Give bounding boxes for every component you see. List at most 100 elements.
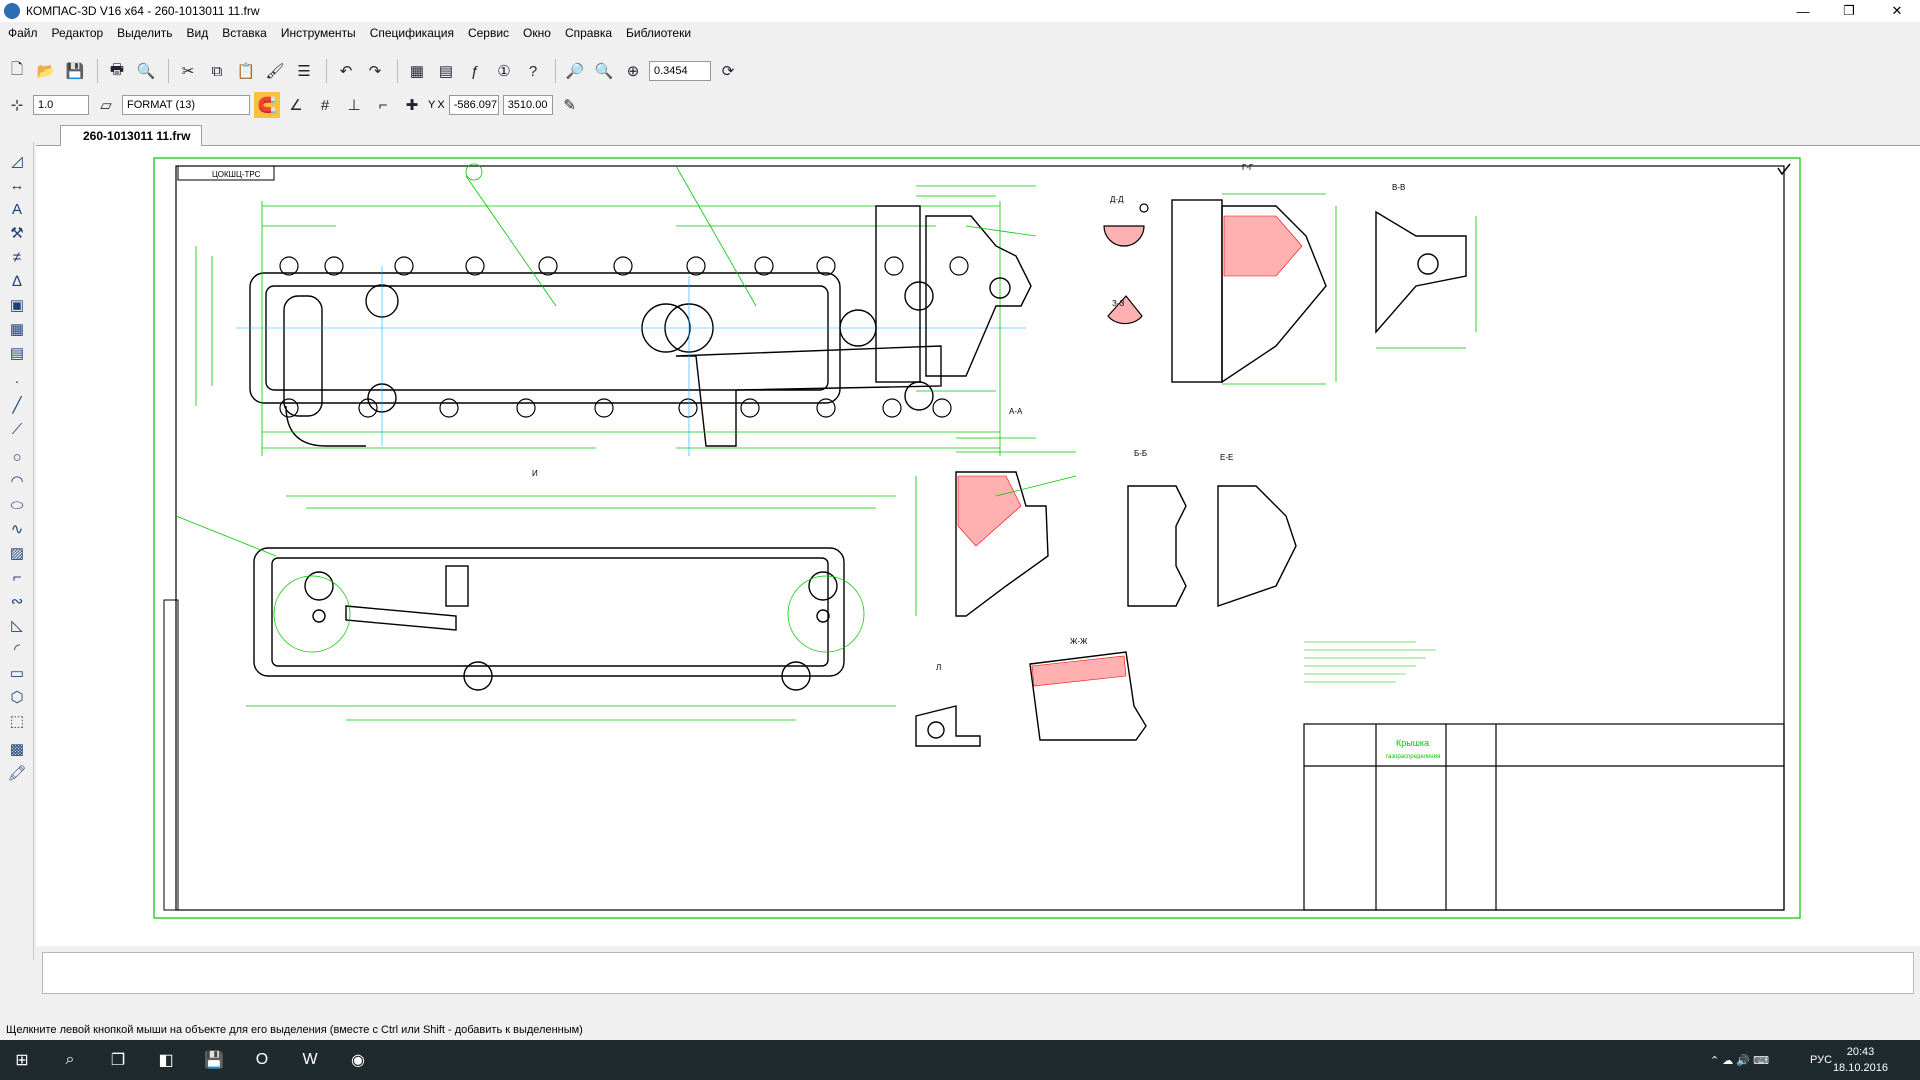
- label-view-i: И: [532, 469, 538, 478]
- segment-icon[interactable]: ╱: [6, 394, 28, 416]
- lower-dimensions: [175, 495, 896, 721]
- calculator-icon[interactable]: ①: [491, 58, 517, 84]
- layer-select[interactable]: FORMAT (13): [122, 95, 250, 115]
- measure-icon[interactable]: ∆: [6, 270, 28, 292]
- label-section-zhzh: Ж-Ж: [1070, 637, 1088, 646]
- variables-fx-icon[interactable]: ƒ: [462, 58, 488, 84]
- menu-view[interactable]: Вид: [187, 26, 209, 40]
- hatch-icon[interactable]: ▨: [6, 542, 28, 564]
- contour-icon[interactable]: ⬚: [6, 710, 28, 732]
- magnet-snap-icon[interactable]: 🧲: [254, 92, 280, 118]
- bezier-icon[interactable]: ∾: [6, 590, 28, 612]
- save-icon[interactable]: 💾: [62, 58, 88, 84]
- copy-icon[interactable]: ⧉: [204, 58, 230, 84]
- coord-x-field[interactable]: -586.097: [448, 95, 499, 115]
- zoom-dynamic-icon[interactable]: 🔍: [591, 58, 617, 84]
- ellipse-icon[interactable]: ⬭: [6, 494, 28, 516]
- selection-icon[interactable]: ▣: [6, 294, 28, 316]
- taskbar-app-icon[interactable]: ◧: [152, 1046, 180, 1074]
- redo-icon[interactable]: ↷: [362, 58, 388, 84]
- cut-icon[interactable]: ✂: [175, 58, 201, 84]
- help-pointer-icon[interactable]: ?: [520, 58, 546, 84]
- maximize-button[interactable]: ❐: [1826, 0, 1872, 22]
- layer-icon[interactable]: ▱: [93, 92, 119, 118]
- search-icon[interactable]: ⌕: [56, 1046, 84, 1074]
- spline-icon[interactable]: ∿: [6, 518, 28, 540]
- local-cs-icon[interactable]: ⊥: [341, 92, 367, 118]
- refresh-icon[interactable]: ⟳: [715, 58, 741, 84]
- task-view-icon[interactable]: ❐: [104, 1046, 132, 1074]
- round-icon[interactable]: ⌐: [370, 92, 396, 118]
- print-preview-icon[interactable]: 🔍: [133, 58, 159, 84]
- document-tab[interactable]: 260-1013011 11.frw: [60, 125, 202, 146]
- undo-icon[interactable]: ↶: [333, 58, 359, 84]
- coord-y-field[interactable]: 3510.00: [502, 95, 553, 115]
- zoom-field[interactable]: 0.3454: [649, 61, 711, 81]
- clock[interactable]: 20:43 18.10.2016: [1833, 1044, 1888, 1076]
- arc-icon[interactable]: ◠: [6, 470, 28, 492]
- tray-icons[interactable]: ⌃ ☁ 🔊 ⌨: [1710, 1040, 1769, 1080]
- polyline-icon[interactable]: ⌐: [6, 566, 28, 588]
- document-tab-label: 260-1013011 11.frw: [83, 129, 191, 143]
- tool-color-icon[interactable]: 🖍: [6, 762, 28, 784]
- chamfer-icon[interactable]: ◺: [6, 614, 28, 636]
- fill-icon[interactable]: ▩: [6, 738, 28, 760]
- geometry-icon[interactable]: ◿: [6, 150, 28, 172]
- circle-icon[interactable]: ○: [6, 446, 28, 468]
- grid-icon[interactable]: #: [312, 92, 338, 118]
- opera-icon[interactable]: O: [248, 1046, 276, 1074]
- windows-start-icon[interactable]: ⊞: [8, 1046, 36, 1074]
- manager-icon[interactable]: ▦: [404, 58, 430, 84]
- menu-file[interactable]: Файл: [8, 26, 38, 40]
- cursor-snap-icon[interactable]: ✚: [399, 92, 425, 118]
- menu-select[interactable]: Выделить: [117, 26, 172, 40]
- drawing-canvas[interactable]: ЦОКШЦ-ТРС Крышка газораспределения А-А Г…: [36, 146, 1920, 946]
- format-painter-icon[interactable]: 🖌: [262, 58, 288, 84]
- kompas-taskbar-icon[interactable]: ◉: [344, 1046, 372, 1074]
- menu-specification[interactable]: Спецификация: [370, 26, 454, 40]
- designations-icon[interactable]: A: [6, 198, 28, 220]
- parametrization-icon[interactable]: ≠: [6, 246, 28, 268]
- command-input-box[interactable]: [42, 952, 1914, 994]
- associative-views-icon[interactable]: ▦: [6, 318, 28, 340]
- open-folder-icon[interactable]: 📂: [33, 58, 59, 84]
- menu-window[interactable]: Окно: [523, 26, 551, 40]
- paste-icon[interactable]: 📋: [233, 58, 259, 84]
- point-icon[interactable]: ·: [6, 370, 28, 392]
- menu-editor[interactable]: Редактор: [52, 26, 104, 40]
- zoom-window-icon[interactable]: 🔎: [562, 58, 588, 84]
- menu-libraries[interactable]: Библиотеки: [626, 26, 691, 40]
- snap-grid-icon[interactable]: ⊹: [4, 92, 30, 118]
- section-bb-hatch: [957, 475, 1022, 547]
- print-icon[interactable]: 🖶: [104, 58, 130, 84]
- menu-insert[interactable]: Вставка: [222, 26, 267, 40]
- library-manager-icon[interactable]: ▤: [433, 58, 459, 84]
- spec-icon[interactable]: ▤: [6, 342, 28, 364]
- menu-service[interactable]: Сервис: [468, 26, 509, 40]
- aux-line-icon[interactable]: ⟋: [6, 418, 28, 440]
- stamp-code-text: ЦОКШЦ-ТРС: [212, 170, 261, 179]
- language-indicator[interactable]: РУС: [1810, 1040, 1832, 1080]
- edit-icon[interactable]: ⚒: [6, 222, 28, 244]
- dimensions-icon[interactable]: ↔: [6, 174, 28, 196]
- menu-tools[interactable]: Инструменты: [281, 26, 356, 40]
- pencil-icon[interactable]: ✎: [557, 92, 583, 118]
- close-button[interactable]: ✕: [1874, 0, 1920, 22]
- main-plan-view: [249, 272, 942, 447]
- new-document-icon[interactable]: 🗋: [4, 58, 30, 84]
- polygon-icon[interactable]: ⬡: [6, 686, 28, 708]
- label-section-zz: З-З: [1112, 299, 1124, 308]
- taskbar-save-app-icon[interactable]: 💾: [200, 1046, 228, 1074]
- scale-field[interactable]: 1.0: [33, 95, 89, 115]
- fillet-icon[interactable]: ◜: [6, 638, 28, 660]
- rectangle-icon[interactable]: ▭: [6, 662, 28, 684]
- plan-bosses: [279, 256, 969, 418]
- properties-icon[interactable]: ☰: [291, 58, 317, 84]
- ortho-icon[interactable]: ∠: [283, 92, 309, 118]
- minimize-button[interactable]: —: [1780, 0, 1826, 22]
- windows-taskbar: ⊞ ⌕ ❐ ◧ 💾 O W ◉ ⌃ ☁ 🔊 ⌨ РУС 20:43 18.10.…: [0, 1040, 1920, 1080]
- zoom-in-icon[interactable]: ⊕: [620, 58, 646, 84]
- word-icon[interactable]: W: [296, 1046, 324, 1074]
- menu-help[interactable]: Справка: [565, 26, 612, 40]
- toolbar-separator: [97, 59, 98, 83]
